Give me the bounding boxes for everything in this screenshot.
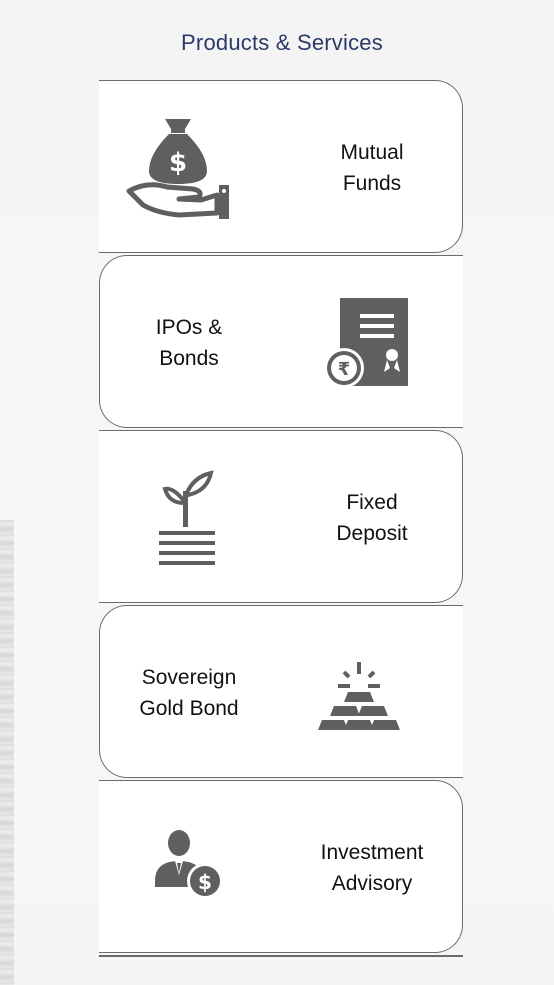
card-investment-advisory[interactable]: $ Investment Advisory: [99, 780, 463, 953]
card-label: IPOs & Bonds: [114, 312, 264, 374]
gold-bars-icon: [304, 652, 414, 762]
card-label: Mutual Funds: [297, 137, 447, 199]
products-services-panel: Products & Services $ Mutual Funds IPOs …: [0, 0, 554, 985]
divider: [99, 955, 463, 957]
card-label-line: Sovereign: [141, 666, 237, 689]
section-title: Products & Services: [181, 30, 383, 55]
svg-text:$: $: [198, 870, 212, 894]
card-label: Investment Advisory: [297, 837, 447, 899]
svg-text:₹: ₹: [338, 359, 351, 380]
money-bag-hand-icon: $: [119, 109, 229, 219]
card-ipos-bonds[interactable]: IPOs & Bonds ₹: [99, 255, 463, 428]
certificate-rupee-icon: ₹: [312, 292, 422, 402]
card-label-line: Advisory: [331, 872, 413, 895]
card-label-line: Fixed: [346, 491, 398, 514]
card-fixed-deposit[interactable]: Fixed Deposit: [99, 430, 463, 603]
card-label-line: Investment: [320, 841, 424, 864]
advisor-dollar-icon: $: [125, 823, 235, 933]
svg-text:$: $: [169, 148, 187, 178]
card-label: Fixed Deposit: [297, 487, 447, 549]
card-label-line: Funds: [342, 172, 402, 195]
card-label-line: Bonds: [159, 347, 219, 370]
card-label-line: Gold Bond: [139, 697, 239, 720]
card-label-line: Deposit: [336, 522, 408, 545]
card-mutual-funds[interactable]: $ Mutual Funds: [99, 80, 463, 253]
card-sovereign-gold-bond[interactable]: Sovereign Gold Bond: [99, 605, 463, 778]
card-label-line: Mutual: [340, 141, 404, 164]
card-label-line: IPOs &: [155, 316, 223, 339]
card-label: Sovereign Gold Bond: [114, 662, 264, 724]
plant-growth-icon: [133, 461, 243, 571]
